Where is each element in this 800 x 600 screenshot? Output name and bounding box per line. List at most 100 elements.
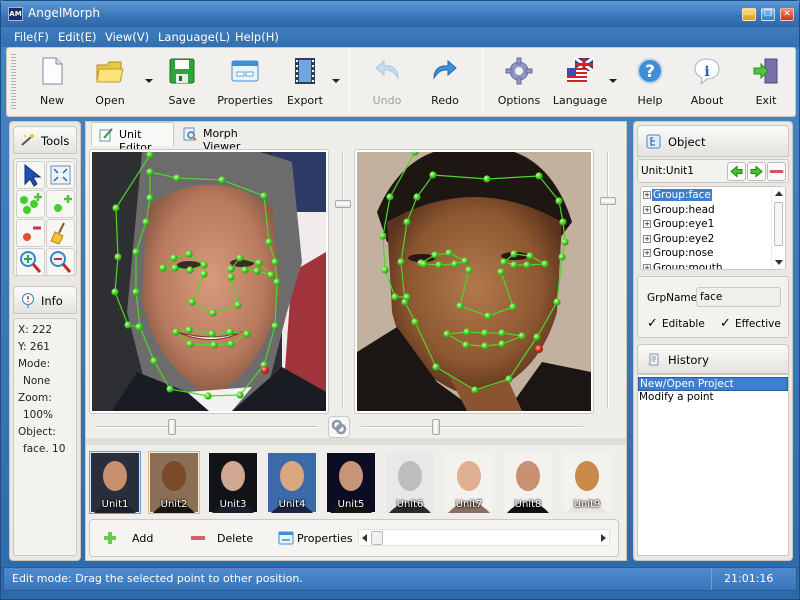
exit-button[interactable]: Exit <box>741 52 791 112</box>
control-point[interactable] <box>172 328 180 336</box>
control-point[interactable] <box>173 174 181 182</box>
editable-checkbox[interactable]: ✓ Editable <box>647 316 705 331</box>
unit-thumbnail[interactable]: Unit1 <box>89 451 141 514</box>
expand-icon[interactable]: + <box>643 263 651 269</box>
control-point[interactable] <box>462 341 470 349</box>
control-point[interactable] <box>260 192 268 200</box>
control-point[interactable] <box>114 253 122 261</box>
control-point[interactable] <box>505 375 513 383</box>
group-tree-item[interactable]: + Group:face <box>643 189 712 203</box>
scrollbar-thumb[interactable] <box>774 202 783 246</box>
control-point[interactable] <box>188 298 196 306</box>
control-point[interactable] <box>271 258 279 266</box>
control-point[interactable] <box>236 391 244 399</box>
remove-point-tool-button[interactable] <box>16 219 45 247</box>
expand-icon[interactable]: + <box>643 220 651 228</box>
selected-control-point[interactable] <box>535 345 543 353</box>
control-point[interactable] <box>150 357 158 365</box>
right-vertical-slider-track[interactable] <box>607 152 609 408</box>
control-point[interactable] <box>500 258 508 266</box>
control-point[interactable] <box>208 330 216 338</box>
properties-button[interactable]: Properties <box>214 52 276 112</box>
menu-file[interactable]: File(F) <box>14 30 49 44</box>
right-horizontal-slider-thumb[interactable] <box>432 419 440 435</box>
control-point[interactable] <box>227 273 235 281</box>
control-point[interactable] <box>451 260 459 268</box>
source-face-canvas[interactable] <box>92 152 326 411</box>
control-point[interactable] <box>386 193 394 201</box>
link-views-button[interactable] <box>328 416 350 438</box>
group-tree-item[interactable]: + Group:eye2 <box>643 233 715 247</box>
effective-checkbox[interactable]: ✓ Effective <box>720 316 781 331</box>
control-point[interactable] <box>397 258 405 266</box>
export-dropdown-arrow[interactable] <box>332 79 340 83</box>
next-unit-button[interactable] <box>747 162 766 181</box>
scroll-up-arrow-icon[interactable] <box>775 191 783 196</box>
control-point[interactable] <box>185 326 193 334</box>
control-point[interactable] <box>227 265 235 273</box>
select-tool-button[interactable] <box>16 161 45 189</box>
control-point[interactable] <box>135 323 143 331</box>
control-point[interactable] <box>509 303 517 311</box>
toolbar-grip[interactable] <box>11 54 16 110</box>
control-point[interactable] <box>146 168 154 176</box>
control-point[interactable] <box>429 171 437 179</box>
control-point[interactable] <box>483 175 491 183</box>
control-point[interactable] <box>111 288 119 296</box>
menu-edit[interactable]: Edit(E) <box>58 30 97 44</box>
control-point[interactable] <box>204 392 212 400</box>
control-point[interactable] <box>498 329 506 337</box>
language-button[interactable]: Language <box>550 52 610 112</box>
control-point[interactable] <box>403 218 411 226</box>
delete-unit-button[interactable]: Delete <box>185 530 265 548</box>
group-tree-item[interactable]: + Group:eye1 <box>643 218 715 232</box>
unit-thumbnail[interactable]: Unit8 <box>502 451 554 514</box>
control-point[interactable] <box>185 250 193 258</box>
add-point-tool-button[interactable] <box>46 190 75 218</box>
clear-tool-button[interactable] <box>46 219 75 247</box>
zoom-out-tool-button[interactable] <box>46 248 75 276</box>
add-group-points-tool-button[interactable] <box>16 190 45 218</box>
undo-button[interactable]: Undo <box>362 52 412 112</box>
thumbnails-scrollbar[interactable] <box>358 529 610 546</box>
control-point[interactable] <box>481 329 489 337</box>
open-button[interactable]: Open <box>85 52 135 112</box>
control-point[interactable] <box>498 340 506 348</box>
control-point[interactable] <box>226 328 234 336</box>
control-point[interactable] <box>210 341 218 349</box>
control-point[interactable] <box>471 386 479 394</box>
control-point[interactable] <box>391 293 399 301</box>
control-point[interactable] <box>411 318 419 326</box>
control-point[interactable] <box>445 249 453 257</box>
minimize-button[interactable]: — <box>742 8 756 21</box>
control-point[interactable] <box>265 238 273 246</box>
control-point[interactable] <box>255 259 263 267</box>
unit-thumbnail[interactable]: Unit4 <box>266 451 318 514</box>
unit-thumbnail[interactable]: Unit5 <box>325 451 377 514</box>
control-point[interactable] <box>541 260 549 268</box>
control-point[interactable] <box>124 321 132 329</box>
control-point[interactable] <box>403 293 411 301</box>
control-point[interactable] <box>558 253 566 261</box>
expand-icon[interactable]: + <box>643 191 651 199</box>
open-dropdown-arrow[interactable] <box>145 79 153 83</box>
group-tree-scrollbar[interactable] <box>771 187 785 269</box>
control-point[interactable] <box>186 266 194 274</box>
export-button[interactable]: Export <box>277 52 333 112</box>
control-point[interactable] <box>273 278 281 286</box>
left-vertical-slider-track[interactable] <box>342 152 344 408</box>
control-point[interactable] <box>379 232 387 240</box>
control-point[interactable] <box>553 298 561 306</box>
control-point[interactable] <box>465 266 473 274</box>
control-point[interactable] <box>510 250 518 258</box>
control-point[interactable] <box>561 238 569 246</box>
control-point[interactable] <box>456 302 464 310</box>
control-point[interactable] <box>166 385 174 393</box>
control-point[interactable] <box>463 328 471 336</box>
grpname-input[interactable]: face <box>696 287 781 307</box>
control-point[interactable] <box>112 204 120 212</box>
group-tree-item[interactable]: + Group:mouth <box>643 262 724 269</box>
remove-unit-button[interactable] <box>767 162 786 181</box>
left-vertical-slider-thumb[interactable] <box>335 200 351 208</box>
previous-unit-button[interactable] <box>727 162 746 181</box>
